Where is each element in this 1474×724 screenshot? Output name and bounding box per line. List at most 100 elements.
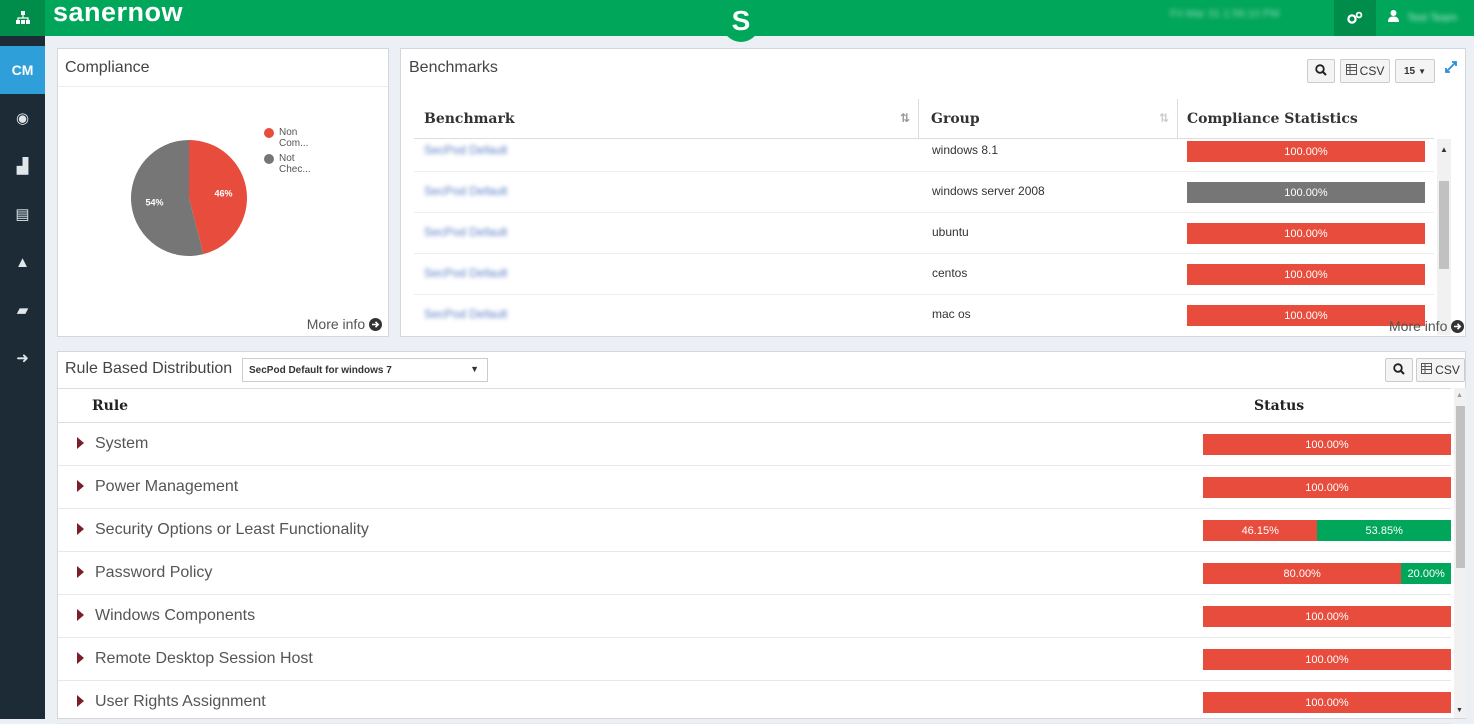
- compliant-segment: 53.85%: [1317, 520, 1451, 541]
- benchmark-select-value: SecPod Default for windows 7: [249, 364, 392, 376]
- col-status[interactable]: Status: [1254, 398, 1304, 414]
- status-bar: 100.00%: [1203, 692, 1451, 713]
- rules-table-header: Rule Status: [58, 388, 1451, 423]
- sidebar-item-list[interactable]: ▤: [0, 190, 45, 238]
- rule-distribution-title: Rule Based Distribution: [65, 360, 233, 377]
- table-row[interactable]: SecPod Default windows server 2008 100.00%: [414, 172, 1434, 213]
- search-icon: [1315, 63, 1327, 79]
- expand-caret-icon[interactable]: [77, 609, 84, 621]
- col-benchmark[interactable]: Benchmark ⇅: [414, 99, 919, 139]
- pie-slice-label: 46%: [215, 189, 233, 199]
- benchmarks-scrollbar[interactable]: ▲: [1437, 139, 1451, 335]
- table-row[interactable]: SecPod Default centos 100.00%: [414, 254, 1434, 295]
- pie-legend: Non Com... Not Chec...: [264, 127, 311, 179]
- more-info-label: More info: [1389, 318, 1448, 334]
- non-compliant-segment: 46.15%: [1203, 520, 1318, 541]
- legend-item-non-compliant[interactable]: Non Com...: [264, 127, 311, 149]
- rule-row[interactable]: User Rights Assignment 100.00%: [58, 681, 1451, 724]
- search-icon: [1393, 362, 1405, 378]
- col-compliance-statistics-label: Compliance Statistics: [1187, 111, 1358, 127]
- pie-slice-label: 54%: [145, 197, 163, 207]
- benchmarks-more-info-link[interactable]: More info: [1389, 318, 1465, 334]
- non-compliant-segment: 80.00%: [1203, 563, 1402, 584]
- non-compliant-segment: 100.00%: [1203, 434, 1451, 455]
- rule-row[interactable]: Password Policy 80.00% 20.00%: [58, 552, 1451, 595]
- benchmark-link[interactable]: SecPod Default: [424, 184, 507, 198]
- stat-label: 100.00%: [1284, 186, 1328, 199]
- table-icon: [1421, 363, 1433, 377]
- rule-row[interactable]: Remote Desktop Session Host 100.00%: [58, 638, 1451, 681]
- group-cell: windows 8.1: [932, 143, 999, 157]
- group-cell: mac os: [932, 307, 971, 321]
- status-bar: 100.00%: [1203, 477, 1451, 498]
- settings-gears-icon[interactable]: [1334, 0, 1376, 36]
- expand-caret-icon[interactable]: [77, 437, 84, 449]
- non-compliant-label: 100.00%: [1305, 481, 1349, 494]
- eye-icon: ◉: [15, 110, 30, 127]
- benchmark-select[interactable]: SecPod Default for windows 7 ▼: [242, 358, 488, 382]
- legend-label-line2: Com...: [279, 138, 309, 149]
- benchmarks-csv-button[interactable]: CSV: [1340, 59, 1390, 83]
- expand-caret-icon[interactable]: [77, 566, 84, 578]
- expand-icon[interactable]: [1444, 60, 1458, 79]
- rules-search-button[interactable]: [1385, 358, 1413, 382]
- user-name: Test Team: [1407, 12, 1457, 24]
- sitemap-icon[interactable]: [0, 0, 45, 36]
- benchmark-link[interactable]: SecPod Default: [424, 266, 507, 280]
- top-bar: sanernow S Fri Mar 31 1:56:10 PM Test Te…: [0, 0, 1474, 42]
- rules-csv-button[interactable]: CSV: [1416, 358, 1465, 382]
- col-group[interactable]: Group ⇅: [921, 99, 1178, 139]
- non-compliant-label: 80.00%: [1283, 567, 1321, 580]
- compliance-more-info-link[interactable]: More info: [307, 316, 382, 332]
- expand-caret-icon[interactable]: [77, 652, 84, 664]
- group-cell: windows server 2008: [932, 184, 1045, 198]
- sidebar: CM ◉ ▟ ▤ ▲ ▰ ➜: [0, 36, 45, 719]
- rule-name: Power Management: [95, 478, 239, 495]
- table-row[interactable]: SecPod Default ubuntu 100.00%: [414, 213, 1434, 254]
- rule-row[interactable]: Windows Components 100.00%: [58, 595, 1451, 638]
- benchmarks-search-button[interactable]: [1307, 59, 1335, 83]
- sidebar-item-tag[interactable]: ▰: [0, 286, 45, 334]
- brand-name[interactable]: sanernow: [53, 0, 183, 28]
- list-icon: ▤: [15, 206, 30, 223]
- stat-label: 100.00%: [1284, 145, 1328, 158]
- sidebar-item-eye[interactable]: ◉: [0, 94, 45, 142]
- scroll-up-icon: ▲: [1440, 145, 1448, 154]
- page-size-select[interactable]: 15 ▼: [1395, 59, 1435, 83]
- non-compliant-segment: 100.00%: [1203, 649, 1451, 670]
- sidebar-item-building[interactable]: ▟: [0, 142, 45, 190]
- benchmark-link[interactable]: SecPod Default: [424, 307, 507, 321]
- scrollbar-thumb[interactable]: [1439, 181, 1449, 269]
- user-menu[interactable]: Test Team: [1376, 0, 1474, 36]
- status-bar: 100.00%: [1203, 649, 1451, 670]
- compliance-stat-bar: 100.00%: [1187, 264, 1425, 285]
- tag-icon: ▰: [16, 302, 29, 319]
- sort-icon: ⇅: [1158, 111, 1169, 125]
- col-compliance-statistics[interactable]: Compliance Statistics: [1177, 99, 1434, 139]
- legend-item-not-checked[interactable]: Not Chec...: [264, 153, 311, 175]
- legend-label-line2: Chec...: [279, 164, 311, 175]
- sidebar-item-cm[interactable]: CM: [0, 46, 45, 94]
- expand-caret-icon[interactable]: [77, 695, 84, 707]
- sidebar-item-warning[interactable]: ▲: [0, 238, 45, 286]
- stat-segment: 100.00%: [1187, 264, 1425, 285]
- col-rule[interactable]: Rule: [92, 398, 128, 414]
- table-row[interactable]: SecPod Default mac os 100.00%: [414, 295, 1434, 335]
- benchmark-link[interactable]: SecPod Default: [424, 225, 507, 239]
- rule-row[interactable]: System 100.00%: [58, 423, 1451, 466]
- expand-caret-icon[interactable]: [77, 480, 84, 492]
- legend-label-line1: Not: [279, 153, 295, 164]
- sidebar-item-logout[interactable]: ➜: [0, 334, 45, 382]
- rule-row[interactable]: Power Management 100.00%: [58, 466, 1451, 509]
- compliance-stat-bar: 100.00%: [1187, 182, 1425, 203]
- status-bar: 46.15% 53.85%: [1203, 520, 1451, 541]
- benchmark-link[interactable]: SecPod Default: [424, 143, 507, 157]
- rule-row[interactable]: Security Options or Least Functionality 4…: [58, 509, 1451, 552]
- rule-name: Security Options or Least Functionality: [95, 521, 369, 538]
- rules-scrollbar[interactable]: ▲ ▼: [1454, 388, 1466, 718]
- stat-segment: 100.00%: [1187, 223, 1425, 244]
- expand-caret-icon[interactable]: [77, 523, 84, 535]
- non-compliant-label: 100.00%: [1305, 696, 1349, 709]
- arrow-circle-right-icon: [1451, 318, 1465, 334]
- scrollbar-thumb[interactable]: [1456, 406, 1465, 568]
